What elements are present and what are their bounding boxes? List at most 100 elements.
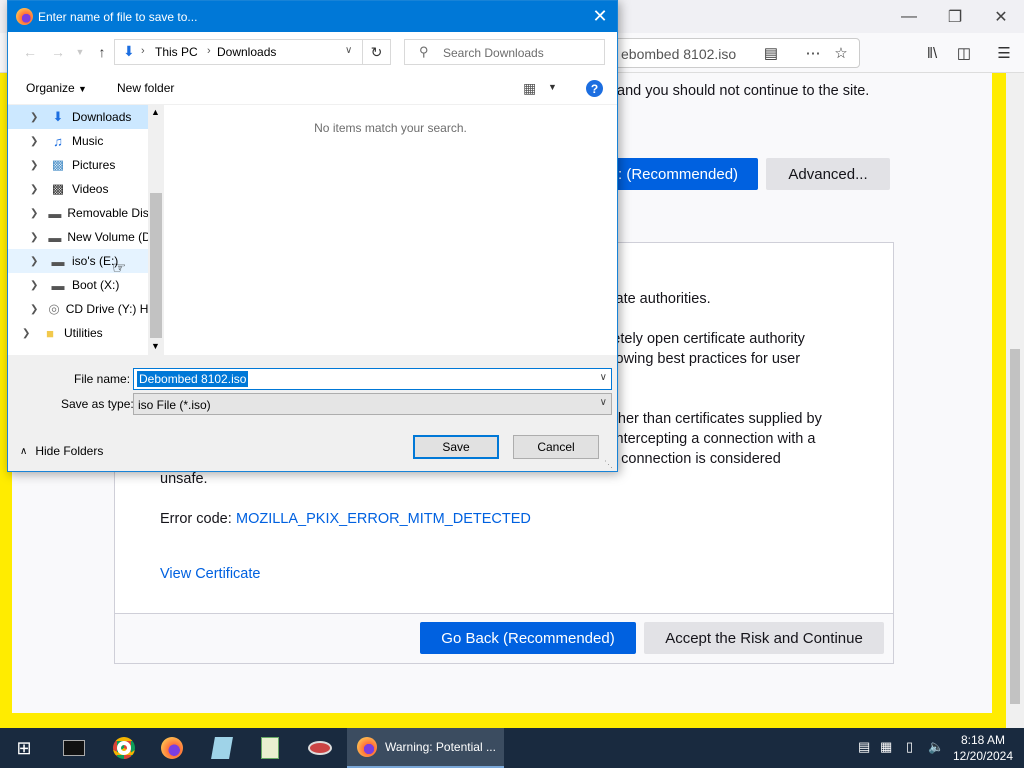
- firefox-icon: [357, 737, 377, 757]
- breadcrumb-downloads[interactable]: Downloads: [217, 45, 276, 59]
- nav-item-cd-drive[interactable]: ❯ ◎ CD Drive (Y:) H: [8, 297, 148, 321]
- restore-icon[interactable]: ❐: [932, 0, 978, 33]
- view-certificate-link[interactable]: View Certificate: [160, 566, 260, 582]
- volume-mute-icon[interactable]: 🔈: [928, 739, 944, 755]
- bookmark-star-icon[interactable]: ☆: [829, 41, 853, 65]
- notepad-icon[interactable]: [202, 732, 242, 764]
- nav-item-new-volume[interactable]: ❯ ▬ New Volume (D: [8, 225, 148, 249]
- accept-risk-button[interactable]: Accept the Risk and Continue: [644, 622, 884, 654]
- go-back-button-top[interactable]: : (Recommended): [612, 158, 758, 190]
- chrome-icon[interactable]: [104, 732, 144, 764]
- expand-chevron-icon[interactable]: ❯: [30, 136, 40, 147]
- dialog-title: Enter name of file to save to...: [38, 10, 198, 24]
- network-icon[interactable]: ▤: [858, 739, 870, 755]
- view-options-icon[interactable]: ▦: [523, 80, 536, 97]
- chevron-down-icon: ∨: [599, 397, 607, 408]
- menu-icon[interactable]: ☰: [992, 41, 1016, 65]
- scroll-up-icon[interactable]: ▲: [151, 107, 160, 117]
- search-icon: ⚲: [419, 44, 429, 59]
- app-icon[interactable]: [300, 732, 340, 764]
- error-code-link[interactable]: MOZILLA_PKIX_ERROR_MITM_DETECTED: [236, 511, 531, 527]
- error-code-label: Error code:: [160, 511, 232, 527]
- expand-chevron-icon[interactable]: ❯: [30, 256, 40, 267]
- nav-item-label: Music: [72, 134, 104, 148]
- organize-label: Organize: [26, 81, 75, 95]
- nav-item-pictures[interactable]: ❯ ▩ Pictures: [8, 153, 148, 177]
- download-arrow-icon: ⬇: [52, 109, 64, 124]
- editor-icon[interactable]: [250, 732, 290, 764]
- library-icon[interactable]: ‖\: [920, 41, 944, 65]
- nav-item-videos[interactable]: ❯ ▩ Videos: [8, 177, 148, 201]
- hide-folders-label: Hide Folders: [35, 444, 104, 458]
- breadcrumb-this-pc[interactable]: This PC: [155, 45, 198, 59]
- refresh-icon[interactable]: ↻: [363, 39, 391, 65]
- dialog-toolbar: Organize ▼ New folder ▦ ▼ ?: [8, 72, 617, 105]
- nav-item-iso-drive[interactable]: ❯ ▬ iso's (E:): [8, 249, 148, 273]
- expand-chevron-icon[interactable]: ❯: [30, 280, 40, 291]
- nav-item-removable-disk[interactable]: ❯ ▬ Removable Dis: [8, 201, 148, 225]
- nav-item-boot[interactable]: ❯ ▬ Boot (X:): [8, 273, 148, 297]
- dialog-titlebar: Enter name of file to save to... ✕: [8, 1, 617, 32]
- expand-chevron-icon[interactable]: ❯: [30, 208, 38, 219]
- advanced-button[interactable]: Advanced...: [766, 158, 890, 190]
- nav-item-downloads[interactable]: ❯ ⬇ Downloads: [8, 105, 148, 129]
- address-bar[interactable]: ⬇ › This PC › Downloads ∨: [114, 39, 363, 65]
- download-arrow-icon: ⬇: [123, 43, 135, 59]
- expand-chevron-icon[interactable]: ❯: [22, 328, 32, 339]
- save-button[interactable]: Save: [413, 435, 499, 459]
- nav-scrollbar[interactable]: ▲ ▼: [148, 105, 164, 355]
- expand-chevron-icon[interactable]: ❯: [30, 232, 38, 243]
- film-icon: ▩: [51, 181, 65, 196]
- search-input[interactable]: ⚲ Search Downloads: [404, 39, 605, 65]
- view-dropdown-icon[interactable]: ▼: [548, 82, 557, 92]
- taskbar-active-window[interactable]: Warning: Potential ...: [347, 728, 504, 768]
- cancel-button[interactable]: Cancel: [513, 435, 599, 459]
- chevron-down-icon[interactable]: ∨: [345, 45, 352, 56]
- chevron-down-icon[interactable]: ∨: [600, 372, 607, 383]
- color-app-icon[interactable]: ▦: [880, 739, 892, 755]
- expand-chevron-icon[interactable]: ❯: [30, 304, 38, 315]
- save-as-type-select[interactable]: iso File (*.iso) ∨: [133, 393, 612, 415]
- terminal-icon[interactable]: [54, 732, 94, 764]
- save-as-type-value: iso File (*.iso): [138, 398, 211, 412]
- recent-dropdown-icon[interactable]: ▼: [70, 42, 90, 62]
- sidebar-icon[interactable]: ◫: [952, 41, 976, 65]
- expand-chevron-icon[interactable]: ❯: [30, 160, 40, 171]
- windows-start-icon[interactable]: ⊞: [4, 732, 44, 764]
- organize-button[interactable]: Organize ▼: [26, 81, 87, 95]
- file-name-input[interactable]: Debombed 8102.iso ∨: [133, 368, 612, 390]
- forward-arrow-icon[interactable]: →: [48, 42, 68, 62]
- taskbar-clock[interactable]: 8:18 AM 12/20/2024: [948, 732, 1018, 764]
- help-icon[interactable]: ?: [586, 80, 603, 97]
- page-actions-icon[interactable]: ⋯: [801, 41, 825, 65]
- up-arrow-icon[interactable]: ↑: [92, 42, 112, 62]
- reader-view-icon[interactable]: ▤: [759, 41, 783, 65]
- clock-date: 12/20/2024: [952, 749, 1014, 763]
- url-text: ebombed 8102.iso: [621, 46, 737, 62]
- firefox-logo-icon: [16, 8, 33, 25]
- file-name-value: Debombed 8102.iso: [137, 371, 249, 387]
- nav-item-label: Downloads: [72, 110, 132, 124]
- nav-item-music[interactable]: ❯ ♫ Music: [8, 129, 148, 153]
- hide-folders-button[interactable]: ∧ Hide Folders: [20, 444, 103, 458]
- file-list-pane[interactable]: No items match your search.: [164, 105, 617, 355]
- window-close-icon[interactable]: ✕: [978, 0, 1024, 33]
- battery-icon[interactable]: ▯: [906, 739, 913, 755]
- scroll-down-icon[interactable]: ▼: [151, 341, 160, 351]
- go-back-button[interactable]: Go Back (Recommended): [420, 622, 636, 654]
- file-name-label: File name:: [74, 372, 131, 386]
- expand-chevron-icon[interactable]: ❯: [30, 184, 40, 195]
- resize-grip-icon[interactable]: ⋱: [604, 459, 613, 470]
- expand-chevron-icon[interactable]: ❯: [30, 112, 40, 123]
- close-icon[interactable]: ✕: [583, 1, 617, 32]
- back-arrow-icon[interactable]: ←: [20, 42, 40, 62]
- page-scrollbar[interactable]: [1006, 73, 1024, 728]
- firefox-icon[interactable]: [152, 732, 192, 764]
- url-bar[interactable]: ebombed 8102.iso ▤ ⋯ ☆: [600, 38, 860, 68]
- nav-scroll-thumb[interactable]: [150, 193, 162, 338]
- minimize-icon[interactable]: —: [886, 0, 932, 33]
- nav-item-utilities[interactable]: ❯ ■ Utilities: [8, 321, 148, 345]
- scrollbar-thumb[interactable]: [1010, 349, 1020, 704]
- taskbar: ⊞ Warning: Potential ... ▤ ▦ ▯ 🔈 8:18 AM…: [0, 728, 1024, 768]
- new-folder-button[interactable]: New folder: [117, 81, 174, 95]
